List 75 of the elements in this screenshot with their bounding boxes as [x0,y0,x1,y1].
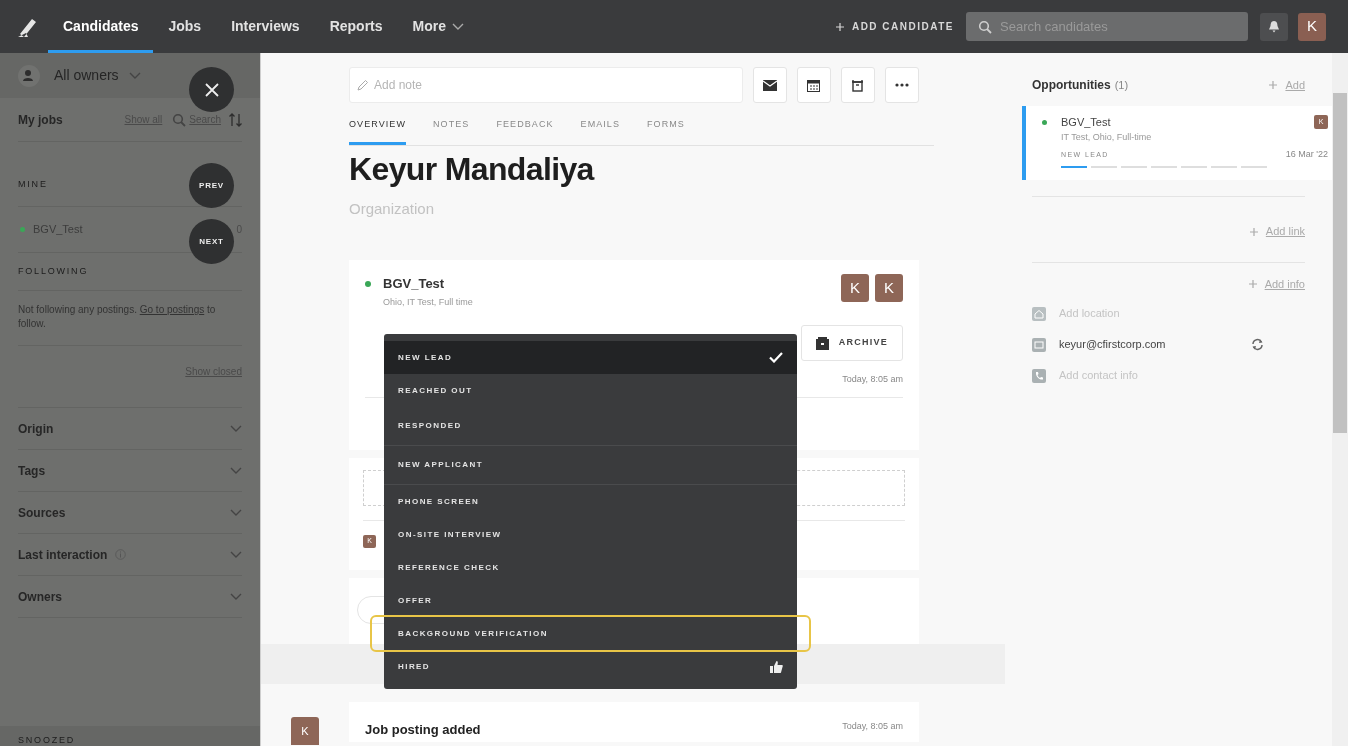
archive-icon [851,78,865,92]
candidate-name: Keyur Mandaliya [349,149,596,189]
plus-icon [1269,81,1278,89]
bell-icon [1268,20,1280,33]
job-title: BGV_Test [383,275,446,293]
more-icon [894,83,909,87]
nav-tab[interactable]: Jobs [153,0,217,53]
envelope-icon [762,79,777,91]
activity-title: Job posting added [365,721,481,739]
archive-button[interactable]: ARCHIVE [800,325,903,361]
notifications-button[interactable] [1260,12,1288,41]
chevron-down-icon [230,424,242,433]
nav-tab[interactable]: More [397,0,479,53]
house-icon [1032,306,1046,321]
stage-option[interactable]: RESPONDED [384,407,797,446]
archive-button[interactable] [840,67,875,103]
add-note-field[interactable]: Add note [349,67,743,103]
nav-tab[interactable]: Interviews [216,0,315,53]
user-avatar: K [875,274,903,302]
user-avatar: K [841,274,869,302]
pencil-icon [357,79,369,91]
opportunity-date: 16 Mar '22 [1285,148,1328,161]
chevron-down-icon [230,508,242,517]
nav-tab[interactable]: Reports [314,0,398,53]
calendar-icon [807,78,821,92]
stage-option[interactable]: OFFER [384,584,797,617]
sort-icon[interactable] [229,112,242,127]
email-button[interactable] [752,67,787,103]
refresh-icon[interactable] [1251,338,1264,351]
thumbs-up-icon [770,660,783,673]
opportunity-count: (1) [1114,77,1129,93]
profile-tab[interactable]: FORMS [647,118,685,145]
add-candidate-button[interactable]: ADD CANDIDATE [835,19,954,34]
people-icon [18,64,40,87]
plus-icon [1249,227,1258,236]
profile-tab[interactable]: EMAILS [580,118,621,145]
job-details: Ohio, IT Test, Full time [383,295,473,309]
search-icon [978,20,992,34]
chevron-down-icon [230,466,242,475]
stage-option[interactable]: NEW LEAD [384,341,797,374]
timestamp: Today, 8:05 am [842,373,903,386]
section-title: Opportunities [1032,77,1111,94]
plus-icon [1248,280,1257,289]
stage-option[interactable]: REACHED OUT [384,374,797,407]
user-avatar: K [291,717,319,745]
stage-option[interactable]: HIRED [384,650,797,683]
my-jobs-heading: My jobs [18,111,63,129]
profile-tab[interactable]: FEEDBACK [496,118,554,145]
stage-option[interactable]: PHONE SCREEN [384,485,797,518]
profile-tab[interactable]: OVERVIEW [349,118,406,145]
user-avatar[interactable]: K [1298,12,1326,41]
timestamp: Today, 8:05 am [842,720,903,733]
close-icon [204,82,219,97]
profile-tab[interactable]: NOTES [433,118,470,145]
stage-option[interactable]: ON-SITE INTERVIEW [384,518,797,551]
schedule-button[interactable] [796,67,831,103]
snoozed-heading: SNOOZED [18,734,76,746]
chevron-down-icon [230,550,242,559]
stage-option[interactable]: REFERENCE CHECK [384,551,797,584]
check-icon [769,352,783,363]
chevron-down-icon [452,22,464,31]
search-icon [172,112,187,127]
following-heading: FOLLOWING [18,264,242,291]
contact-text: keyur@cfirstcorp.com [1059,337,1166,353]
phone-icon [1032,368,1046,383]
chevron-down-icon [230,592,242,601]
envelope-icon [1032,337,1046,352]
job-details: IT Test, Ohio, Full-time [1061,130,1153,144]
stage-option[interactable]: BACKGROUND VERIFICATION [372,617,809,650]
job-title: BGV_Test [1061,115,1111,130]
chevron-down-icon [128,71,141,80]
info-icon [115,549,127,560]
plus-icon [835,22,844,31]
stage-option[interactable]: NEW APPLICANT [384,446,797,485]
archive-icon [815,336,829,350]
